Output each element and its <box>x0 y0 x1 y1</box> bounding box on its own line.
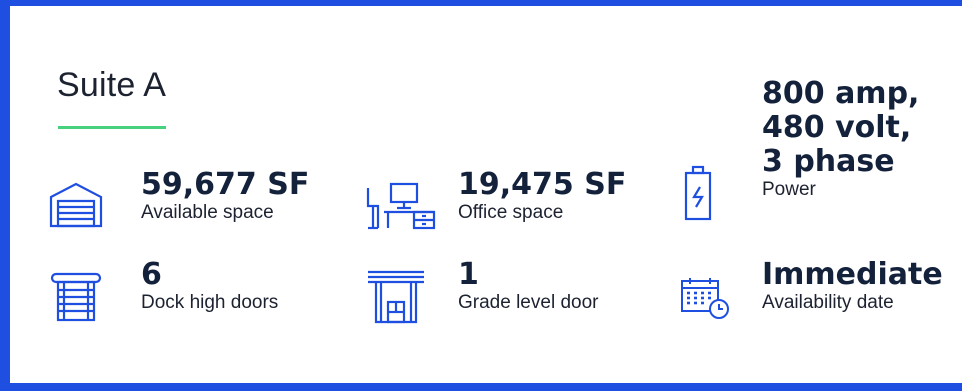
grade-door-icon <box>366 268 426 324</box>
available-space-value: 59,677 SF <box>141 167 310 202</box>
available-space-label: Available space <box>141 202 274 223</box>
suite-title: Suite A <box>57 66 167 104</box>
power-value-line-1: 800 amp, <box>762 76 920 111</box>
office-space-value: 19,475 SF <box>458 167 627 202</box>
dock-doors-label: Dock high doors <box>141 292 279 313</box>
power-label: Power <box>762 179 816 200</box>
title-underline <box>58 126 166 129</box>
warehouse-icon <box>48 181 104 229</box>
feature-office-space: 19,475 SF Office space <box>458 168 626 224</box>
feature-grade-door: 1 Grade level door <box>458 258 598 314</box>
calendar-clock-icon <box>680 276 732 320</box>
availability-value: Immediate <box>762 257 943 292</box>
battery-icon <box>683 165 713 221</box>
dock-door-icon <box>50 270 102 322</box>
feature-power: 800 amp, 480 volt, 3 phase Power <box>762 77 919 201</box>
grade-door-value: 1 <box>458 257 479 292</box>
grade-door-label: Grade level door <box>458 292 599 313</box>
power-value-line-2: 480 volt, <box>762 110 912 145</box>
office-space-label: Office space <box>458 202 564 223</box>
feature-available-space: 59,677 SF Available space <box>141 168 309 224</box>
availability-label: Availability date <box>762 292 894 313</box>
office-desk-icon <box>364 180 436 230</box>
power-value-line-3: 3 phase <box>762 144 895 179</box>
feature-availability: Immediate Availability date <box>762 258 943 314</box>
dock-doors-value: 6 <box>141 257 162 292</box>
feature-dock-doors: 6 Dock high doors <box>141 258 278 314</box>
